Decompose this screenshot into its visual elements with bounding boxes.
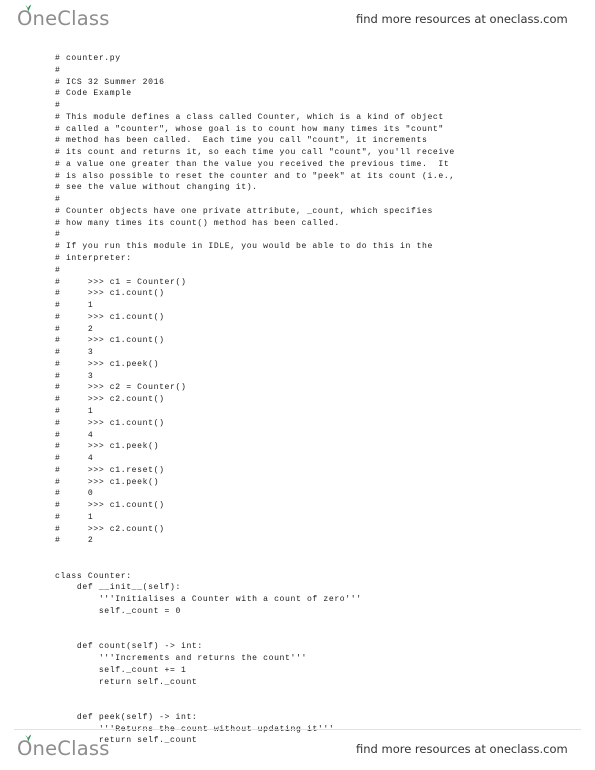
code-line: # >>> c1.count(): [55, 336, 165, 346]
code-line: # 4: [55, 454, 94, 464]
code-line: # ICS 32 Summer 2016: [55, 77, 165, 87]
code-line: # >>> c1.count(): [55, 312, 165, 322]
footer-tagline: find more resources at oneclass.com: [356, 742, 568, 756]
code-line: # >>> c1.reset(): [55, 465, 165, 475]
code-line: # If you run this module in IDLE, you wo…: [55, 242, 433, 252]
page-footer: OneClass find more resources at oneclass…: [0, 734, 595, 764]
code-line: return self._count: [55, 677, 198, 687]
code-line: # >>> c1.peek(): [55, 477, 160, 487]
code-line: #: [55, 65, 61, 75]
code-line: # interpreter:: [55, 254, 132, 264]
code-line: # called a "counter", whose goal is to c…: [55, 124, 444, 134]
code-line: #: [55, 195, 61, 205]
code-line: # 3: [55, 348, 94, 358]
code-line: # is also possible to reset the counter …: [55, 171, 455, 181]
code-line: def __init__(self):: [55, 583, 181, 593]
code-line: #: [55, 230, 61, 240]
code-line: # counter.py: [55, 54, 121, 63]
code-line: # a value one greater than the value you…: [55, 159, 450, 169]
code-line: class Counter:: [55, 571, 132, 581]
code-line: # Code Example: [55, 89, 132, 99]
source-code-block: # counter.py # # ICS 32 Summer 2016 # Code …: [55, 53, 585, 747]
code-line: # >>> c1.count(): [55, 501, 165, 511]
code-line: # 1: [55, 301, 94, 311]
code-line: # how many times its count() method has …: [55, 218, 340, 228]
sprout-icon: [25, 734, 32, 743]
code-line: #: [55, 265, 61, 275]
footer-divider: [14, 729, 581, 730]
code-line: # 0: [55, 489, 94, 499]
code-line: # Counter objects have one private attri…: [55, 206, 433, 216]
code-line: # >>> c1.count(): [55, 289, 165, 299]
code-line: # >>> c2 = Counter(): [55, 383, 187, 393]
page-header: OneClass find more resources at oneclass…: [0, 4, 595, 34]
code-line: '''Initialises a Counter with a count of…: [55, 595, 362, 605]
code-line: #: [55, 101, 61, 111]
code-line: # >>> c1.peek(): [55, 359, 160, 369]
code-line: # its count and returns it, so each time…: [55, 148, 455, 158]
code-line: # This module defines a class called Cou…: [55, 112, 444, 122]
code-line: # >>> c1.peek(): [55, 442, 160, 452]
code-line: '''Increments and returns the count''': [55, 654, 307, 664]
code-line: # 4: [55, 430, 94, 440]
code-line: # >>> c1.count(): [55, 418, 165, 428]
code-line: # >>> c2.count(): [55, 524, 165, 534]
code-line: # 1: [55, 512, 94, 522]
oneclass-logo[interactable]: OneClass: [17, 4, 110, 29]
header-tagline: find more resources at oneclass.com: [356, 12, 568, 26]
code-line: # 2: [55, 536, 94, 546]
code-line: self._count = 0: [55, 606, 181, 616]
code-line: # >>> c1 = Counter(): [55, 277, 187, 287]
sprout-icon: [25, 4, 32, 13]
oneclass-logo-footer[interactable]: OneClass: [17, 734, 110, 759]
code-line: def count(self) -> int:: [55, 642, 203, 652]
code-line: # 1: [55, 406, 94, 416]
code-line: # >>> c2.count(): [55, 395, 165, 405]
code-line: # method has been called. Each time you …: [55, 136, 428, 146]
code-line: # see the value without changing it).: [55, 183, 258, 193]
code-line: # 3: [55, 371, 94, 381]
code-line: def peek(self) -> int:: [55, 712, 198, 722]
code-line: self._count += 1: [55, 665, 187, 675]
code-line: # 2: [55, 324, 94, 334]
